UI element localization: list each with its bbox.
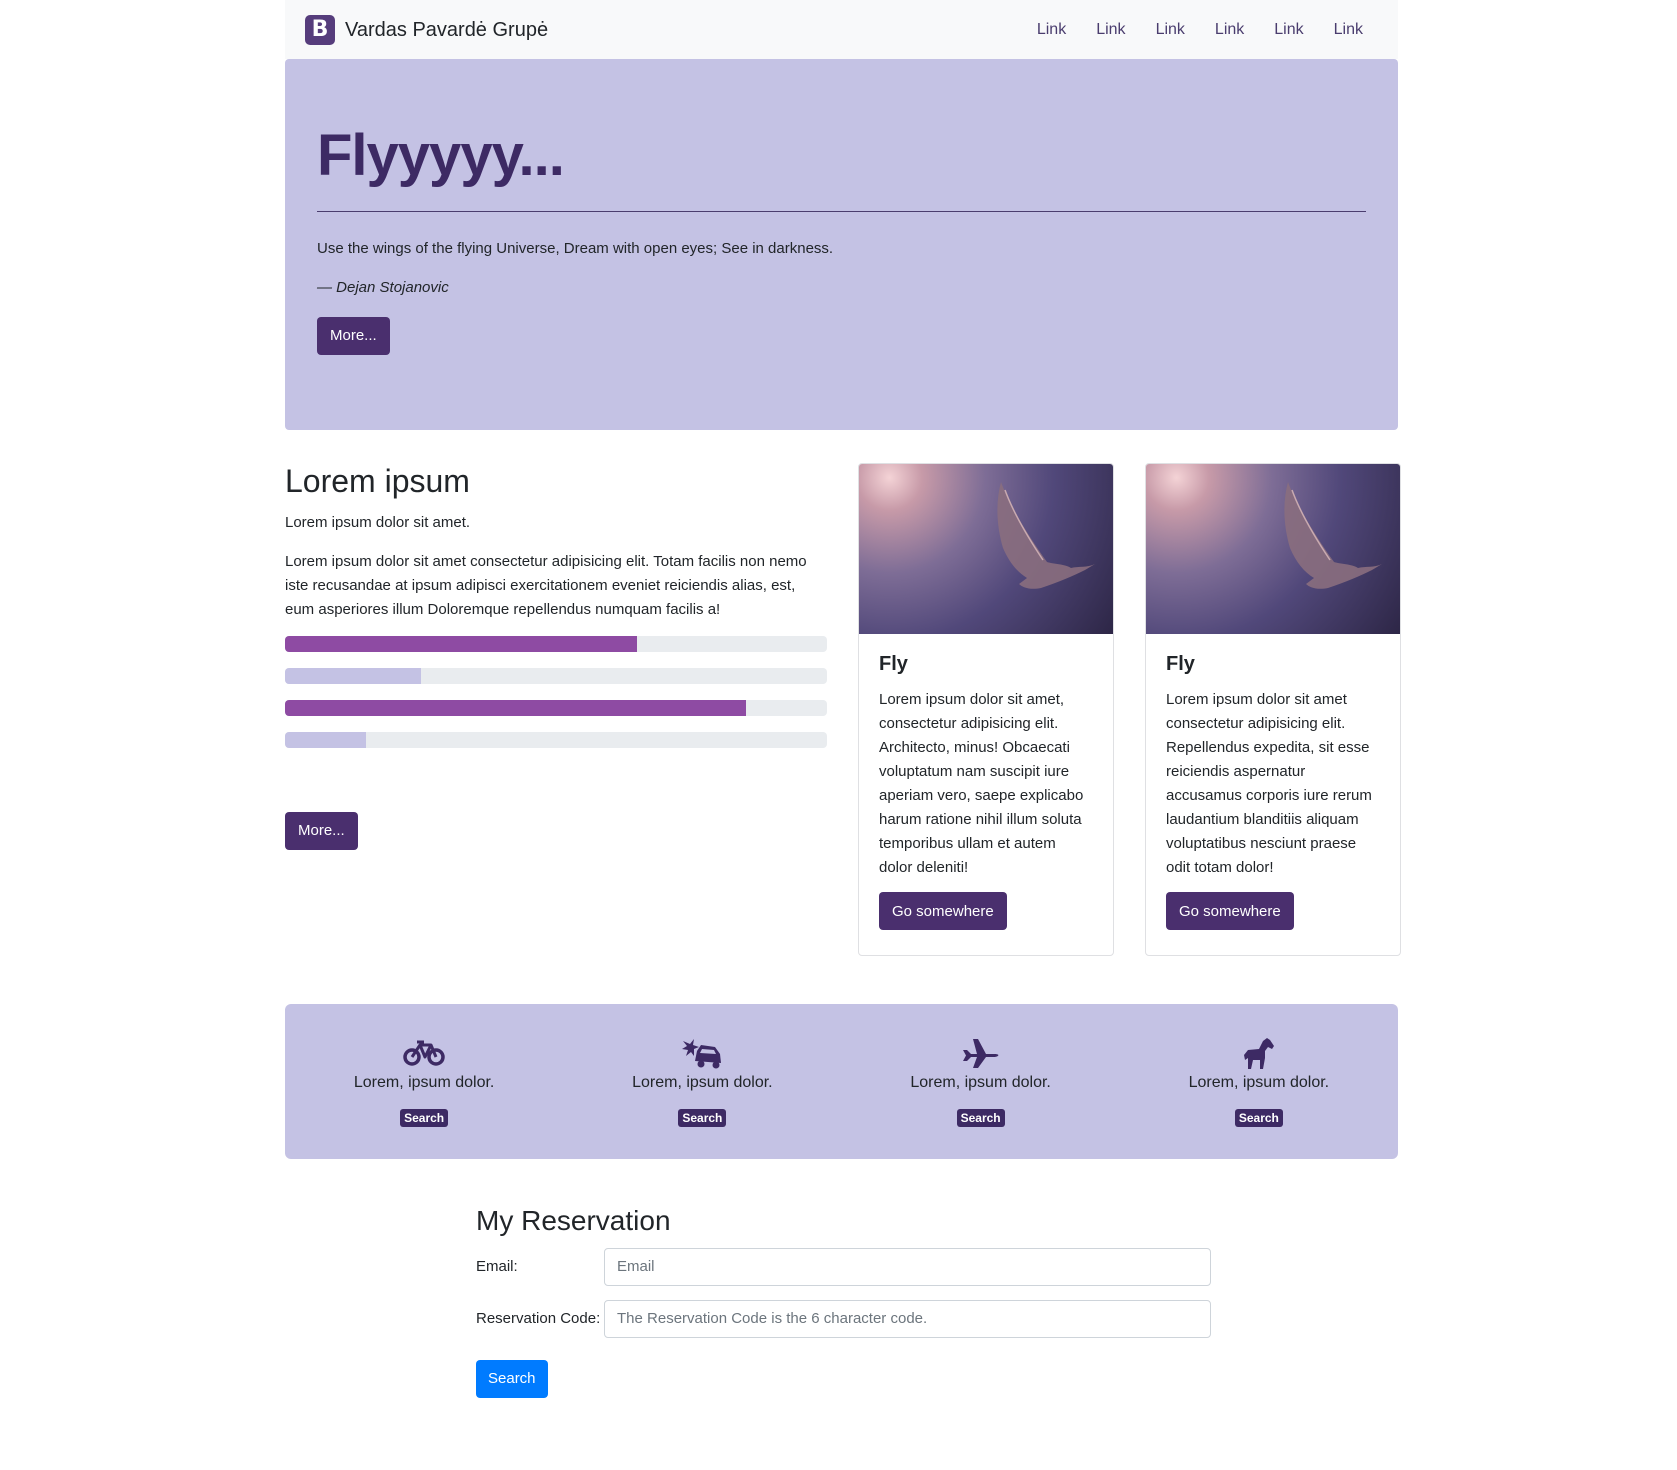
nav-link-3[interactable]: Link	[1141, 18, 1200, 42]
navbar: B Vardas Pavardė Grupė Link Link Link Li…	[285, 0, 1398, 59]
card-title: Fly	[1166, 653, 1195, 675]
horse-icon	[1237, 1036, 1281, 1070]
email-label: Email:	[476, 1257, 518, 1275]
feature-car-crash: Lorem, ipsum dolor. Search	[563, 1004, 841, 1159]
progress-bar-4	[285, 731, 827, 748]
go-somewhere-button[interactable]: Go somewhere	[879, 892, 1007, 930]
intro-heading: Lorem ipsum	[285, 463, 470, 499]
reservation-search-button[interactable]: Search	[476, 1359, 548, 1398]
email-field[interactable]	[604, 1247, 1211, 1286]
progress-fill	[285, 667, 421, 684]
card-text: Lorem ipsum dolor sit amet, consectetur …	[879, 691, 1084, 876]
progress-fill	[285, 699, 746, 716]
card-text: Lorem ipsum dolor sit amet consectetur a…	[1166, 691, 1372, 876]
seagull-icon	[1284, 482, 1382, 589]
feature-search-button[interactable]: Search	[678, 1109, 727, 1127]
feature-search-button[interactable]: Search	[1234, 1109, 1283, 1127]
nav-link-6[interactable]: Link	[1319, 18, 1378, 42]
bootstrap-logo-icon: B	[305, 14, 335, 45]
bicycle-icon	[402, 1036, 446, 1070]
nav-link-4[interactable]: Link	[1200, 18, 1259, 42]
hero-jumbotron: Flyyyyy... Use the wings of the flying U…	[285, 59, 1398, 430]
intro-more-button[interactable]: More...	[285, 811, 358, 850]
brand-name: Vardas Pavardė Grupė	[345, 18, 549, 41]
nav-link-5[interactable]: Link	[1259, 18, 1318, 42]
intro-paragraph: Lorem ipsum dolor sit amet consectetur a…	[285, 552, 807, 618]
feature-plane: Lorem, ipsum dolor. Search	[842, 1004, 1120, 1159]
nav-link-2[interactable]: Link	[1081, 18, 1140, 42]
feature-text: Lorem, ipsum dolor.	[632, 1074, 773, 1091]
reservation-code-label: Reservation Code:	[476, 1309, 601, 1327]
car-crash-icon	[680, 1036, 724, 1070]
reservation-heading: My Reservation	[476, 1205, 671, 1236]
feature-search-button[interactable]: Search	[400, 1109, 449, 1127]
reservation-form: My Reservation Email: Reservation Code: …	[476, 1204, 1211, 1398]
email-row: Email:	[476, 1247, 1211, 1286]
card-title: Fly	[879, 653, 908, 675]
progress-fill	[285, 731, 367, 748]
seagull-icon	[997, 482, 1095, 589]
hero-more-button[interactable]: More...	[317, 316, 390, 355]
feature-text: Lorem, ipsum dolor.	[910, 1074, 1051, 1091]
brand[interactable]: B Vardas Pavardė Grupė	[305, 14, 549, 45]
reservation-code-row: Reservation Code:	[476, 1299, 1211, 1338]
feature-text: Lorem, ipsum dolor.	[1188, 1074, 1330, 1091]
progress-bar-3	[285, 699, 827, 716]
card-image-seagull	[1146, 464, 1400, 634]
progress-bar-1	[285, 635, 827, 652]
features-band: Lorem, ipsum dolor. Search Lorem, ipsum …	[285, 1004, 1398, 1159]
card-image-seagull	[859, 464, 1113, 634]
card-fly-1: Fly Lorem ipsum dolor sit amet, consecte…	[858, 463, 1114, 956]
card-fly-2: Fly Lorem ipsum dolor sit amet consectet…	[1145, 463, 1401, 956]
feature-bicycle: Lorem, ipsum dolor. Search	[285, 1004, 563, 1159]
intro-lead: Lorem ipsum dolor sit amet.	[285, 514, 471, 532]
nav-link-1[interactable]: Link	[1022, 18, 1081, 42]
plane-icon	[959, 1036, 1003, 1070]
feature-search-button[interactable]: Search	[956, 1109, 1005, 1127]
hero-author: — Dejan Stojanovic	[317, 279, 449, 297]
hero-title: Flyyyyy...	[317, 123, 565, 188]
reservation-code-field[interactable]	[604, 1299, 1211, 1338]
go-somewhere-button[interactable]: Go somewhere	[1166, 892, 1294, 930]
feature-horse: Lorem, ipsum dolor. Search	[1120, 1004, 1398, 1159]
nav-links: Link Link Link Link Link Link	[1022, 18, 1378, 42]
feature-text: Lorem, ipsum dolor.	[353, 1074, 495, 1091]
hero-divider	[317, 210, 1366, 212]
hero-quote: Use the wings of the flying Universe, Dr…	[317, 239, 834, 257]
progress-fill	[285, 635, 638, 652]
intro-section: Lorem ipsum Lorem ipsum dolor sit amet. …	[285, 462, 827, 850]
progress-bar-2	[285, 667, 827, 684]
